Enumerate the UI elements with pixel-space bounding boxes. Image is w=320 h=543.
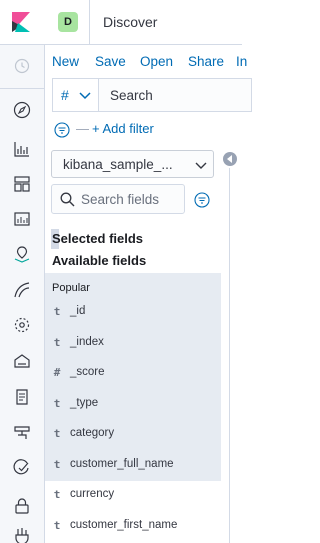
- chevron-down-icon: [195, 162, 207, 169]
- top-nav-menu: New Save Open Share In: [45, 46, 247, 76]
- field-list-item[interactable]: t currency: [52, 486, 222, 506]
- field-list-item[interactable]: # _score: [52, 364, 222, 384]
- field-name: _index: [70, 336, 104, 348]
- query-language-switcher[interactable]: #: [53, 79, 99, 111]
- string-type-icon: t: [53, 427, 61, 440]
- stack-monitoring-icon[interactable]: [13, 497, 31, 515]
- search-icon: [60, 192, 75, 207]
- logo-cell[interactable]: [0, 0, 45, 45]
- add-filter-button[interactable]: + Add filter: [92, 121, 154, 136]
- number-type-icon: #: [53, 366, 61, 379]
- nav-separator: [0, 88, 45, 89]
- field-name: currency: [70, 488, 115, 500]
- open-button[interactable]: Open: [140, 54, 173, 69]
- query-language-symbol: #: [61, 87, 69, 103]
- string-type-icon: t: [53, 488, 61, 501]
- field-name: customer_full_name: [70, 458, 174, 470]
- string-type-icon: t: [53, 397, 61, 410]
- logs-icon[interactable]: [13, 352, 31, 370]
- management-icon[interactable]: [13, 526, 31, 543]
- save-button[interactable]: Save: [95, 54, 126, 69]
- string-type-icon: t: [53, 305, 61, 318]
- string-type-icon: t: [53, 519, 61, 532]
- side-nav: [0, 0, 45, 543]
- popular-label: Popular: [52, 282, 90, 294]
- dashboard-icon[interactable]: [13, 175, 31, 193]
- filter-bar: — + Add filter: [52, 120, 242, 138]
- dev-tools-icon[interactable]: [13, 459, 31, 477]
- new-button[interactable]: New: [52, 54, 79, 69]
- field-name: category: [70, 427, 115, 439]
- search-input[interactable]: Search: [110, 88, 153, 103]
- field-list-item[interactable]: t _id: [52, 303, 222, 323]
- string-type-icon: t: [53, 336, 61, 349]
- maps-icon[interactable]: [13, 245, 31, 263]
- kibana-logo-icon[interactable]: [12, 12, 30, 32]
- header-bar: D Discover: [45, 0, 242, 45]
- machine-learning-icon[interactable]: [13, 281, 31, 299]
- index-pattern-select[interactable]: kibana_sample_...: [51, 150, 214, 178]
- search-fields-placeholder: Search fields: [81, 192, 160, 207]
- visualize-icon[interactable]: [13, 140, 31, 158]
- infrastructure-icon[interactable]: [13, 316, 31, 334]
- field-list-item[interactable]: t category: [52, 425, 222, 445]
- field-name: _score: [70, 366, 105, 378]
- apm-icon[interactable]: [13, 388, 31, 406]
- sidebar-divider: [229, 168, 230, 543]
- field-name: _type: [70, 397, 99, 409]
- query-bar: # Search: [52, 78, 252, 112]
- selected-fields-title: Selected fields: [52, 231, 144, 246]
- canvas-icon[interactable]: [13, 210, 31, 228]
- field-name: customer_first_name: [70, 519, 178, 531]
- uptime-icon[interactable]: [13, 424, 31, 442]
- page-title: Discover: [103, 14, 158, 30]
- field-list-item[interactable]: t _type: [52, 395, 222, 415]
- space-avatar[interactable]: D: [58, 12, 78, 32]
- discover-icon[interactable]: [13, 101, 31, 119]
- filter-options-icon[interactable]: [54, 122, 70, 138]
- collapse-sidebar-icon[interactable]: [223, 152, 237, 166]
- chevron-down-icon: [79, 92, 91, 100]
- share-button[interactable]: Share: [188, 54, 224, 69]
- field-list-item[interactable]: t _index: [52, 334, 222, 354]
- available-fields-title: Available fields: [52, 253, 147, 268]
- header-separator: [89, 0, 90, 44]
- inspect-button[interactable]: In: [236, 54, 247, 69]
- filter-separator: —: [76, 121, 89, 136]
- string-type-icon: t: [53, 458, 61, 471]
- index-pattern-value: kibana_sample_...: [63, 157, 173, 172]
- recently-viewed-icon[interactable]: [14, 58, 30, 74]
- field-list-item[interactable]: t customer_full_name: [52, 456, 222, 476]
- field-filter-icon[interactable]: [194, 192, 210, 208]
- field-name: _id: [70, 305, 86, 317]
- field-list-item[interactable]: t customer_first_name: [52, 517, 222, 537]
- search-fields-input[interactable]: Search fields: [51, 184, 185, 214]
